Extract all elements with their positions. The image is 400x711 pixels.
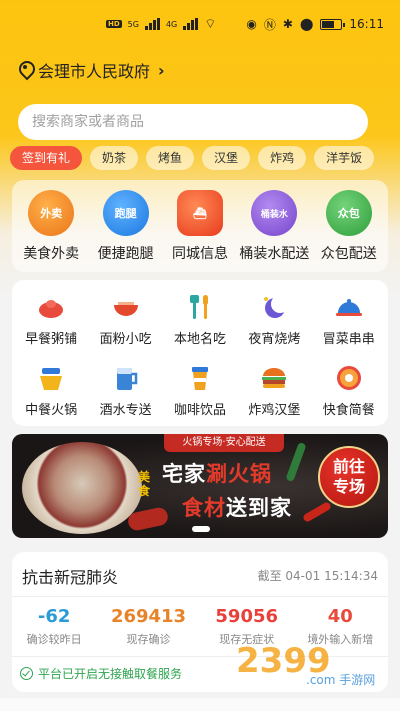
category-local-food[interactable]: 本地名吃 [164, 280, 236, 347]
quick-tags: 签到有礼 奶茶 烤鱼 汉堡 炸鸡 洋芋饭 [10, 146, 375, 172]
category-late-night-bbq[interactable]: 夜宵烧烤 [238, 280, 310, 347]
hotpot-promo-banner[interactable]: 火锅专场·安心配送 美食 宅家涮火锅 食材送到家 前往 专场 [12, 434, 388, 538]
service-label: 便捷跑腿 [97, 246, 154, 262]
clock: 16:11 [349, 17, 384, 31]
category-label: 冒菜串串 [322, 332, 375, 347]
svg-text:.com 手游网: .com 手游网 [306, 673, 375, 687]
service-water-delivery[interactable]: 桶装水 桶装水配送 [238, 180, 310, 263]
service-label: 众包配送 [320, 246, 377, 262]
category-burger[interactable]: 炸鸡汉堡 [238, 351, 310, 418]
battery-icon [320, 18, 346, 30]
service-label: 桶装水配送 [239, 246, 310, 262]
covid-title: 抗击新冠肺炎 [22, 568, 119, 587]
takeaway-icon: 外卖 [28, 190, 75, 236]
bluetooth-icon: ✱ [282, 17, 293, 31]
tag-milk-tea[interactable]: 奶茶 [90, 146, 139, 170]
location-selector[interactable]: 会理市人民政府 › [18, 58, 165, 82]
divider [12, 596, 388, 597]
hotpot-icon [36, 363, 66, 393]
category-label: 快食简餐 [322, 403, 375, 418]
banner-leaf-image [285, 441, 307, 483]
service-label: 美食外卖 [23, 246, 80, 262]
category-label: 咖啡饮品 [173, 403, 226, 418]
eye-icon: ◉ [246, 17, 257, 31]
category-breakfast[interactable]: 早餐粥铺 [15, 280, 87, 347]
covid-updated-time: 截至 04-01 15:14:34 [257, 569, 378, 583]
category-coffee[interactable]: 咖啡饮品 [164, 351, 236, 418]
tag-burger[interactable]: 汉堡 [202, 146, 251, 170]
category-card: 早餐粥铺 面粉小吃 本地名吃 夜宵烧烤 冒菜串串 中餐火锅 酒水专送 咖啡饮品 … [12, 280, 388, 426]
category-label: 早餐粥铺 [25, 332, 78, 347]
location-status-icon: ⬤ [299, 17, 314, 31]
tag-fried-chicken[interactable]: 炸鸡 [258, 146, 307, 170]
category-label: 夜宵烧烤 [248, 332, 301, 347]
tag-grilled-fish[interactable]: 烤鱼 [146, 146, 195, 170]
banner-page-indicator [192, 526, 210, 532]
search-input[interactable] [32, 114, 368, 130]
hd-badge: HD [106, 20, 122, 28]
runner-icon: 跑腿 [102, 190, 149, 236]
banner-chili-image [302, 501, 332, 523]
category-label: 本地名吃 [173, 332, 226, 347]
banner-headline-2: 食材送到家 [182, 496, 292, 520]
category-noodles[interactable]: 面粉小吃 [90, 280, 162, 347]
stat-current-confirmed: 269413 现存确诊 [110, 606, 187, 646]
service-food-delivery[interactable]: 外卖 美食外卖 [15, 180, 87, 263]
service-errand[interactable]: 跑腿 便捷跑腿 [90, 180, 162, 263]
cloche-icon [334, 292, 364, 322]
category-fast-food[interactable]: 快食简餐 [313, 351, 385, 418]
category-drinks[interactable]: 酒水专送 [90, 351, 162, 418]
service-crowd-delivery[interactable]: 众包 众包配送 [313, 180, 385, 263]
tag-checkin[interactable]: 签到有礼 [10, 146, 83, 170]
category-label: 炸鸡汉堡 [248, 403, 301, 418]
noodle-bowl-icon [111, 292, 141, 322]
nfc-icon: Ⓝ [263, 17, 276, 32]
banner-top-tag: 火锅专场·安心配送 [164, 434, 284, 452]
water-bucket-icon: 桶装水 [251, 190, 298, 236]
search-bar[interactable] [18, 104, 368, 140]
coffee-cup-icon [185, 363, 215, 393]
check-circle-icon [20, 667, 33, 680]
category-hotpot[interactable]: 中餐火锅 [15, 351, 87, 418]
category-label: 面粉小吃 [99, 332, 152, 347]
location-label: 会理市人民政府 [38, 62, 151, 81]
fork-spoon-icon [185, 292, 215, 322]
main-services-card: 外卖 美食外卖 跑腿 便捷跑腿 ⛴ 同城信息 桶装水 桶装水配送 众包 众包配送 [12, 180, 388, 272]
burger-icon [259, 363, 289, 393]
stat-confirmed-change: -62 确诊较昨日 [26, 606, 82, 646]
category-label: 酒水专送 [99, 403, 152, 418]
donut-icon [334, 363, 364, 393]
beer-icon [111, 363, 141, 393]
site-watermark-logo: 2399 .com 手游网 [236, 641, 375, 687]
contactless-notice: 平台已开启无接触取餐服务 [20, 665, 182, 682]
status-bar: HD 5G 4G ⌔ ◉ Ⓝ ✱ ⬤ 16:11 [0, 0, 400, 48]
service-label: 同城信息 [171, 246, 228, 262]
banner-headline-1: 宅家涮火锅 [162, 462, 272, 486]
banner-side-text: 美食 [138, 470, 151, 498]
banner-goto-button[interactable]: 前往 专场 [318, 446, 380, 508]
network2-label: 4G [165, 19, 178, 29]
bun-icon [36, 292, 66, 322]
bottom-strip [0, 698, 400, 711]
ship-icon: ⛴ [176, 190, 223, 236]
category-label: 中餐火锅 [25, 403, 78, 418]
crowd-delivery-icon: 众包 [325, 190, 372, 236]
location-pin-icon [18, 61, 32, 79]
tag-potato-rice[interactable]: 洋芋饭 [314, 146, 375, 170]
banner-food-image [22, 442, 142, 534]
signal2-icon [183, 18, 199, 30]
signal-icon [144, 18, 160, 30]
moon-icon [259, 292, 289, 322]
network-label: 5G [127, 19, 139, 29]
category-skewers[interactable]: 冒菜串串 [313, 280, 385, 347]
chevron-right-icon: › [158, 60, 165, 80]
wifi-icon: ⌔ [204, 17, 217, 32]
service-local-info[interactable]: ⛴ 同城信息 [164, 180, 236, 263]
